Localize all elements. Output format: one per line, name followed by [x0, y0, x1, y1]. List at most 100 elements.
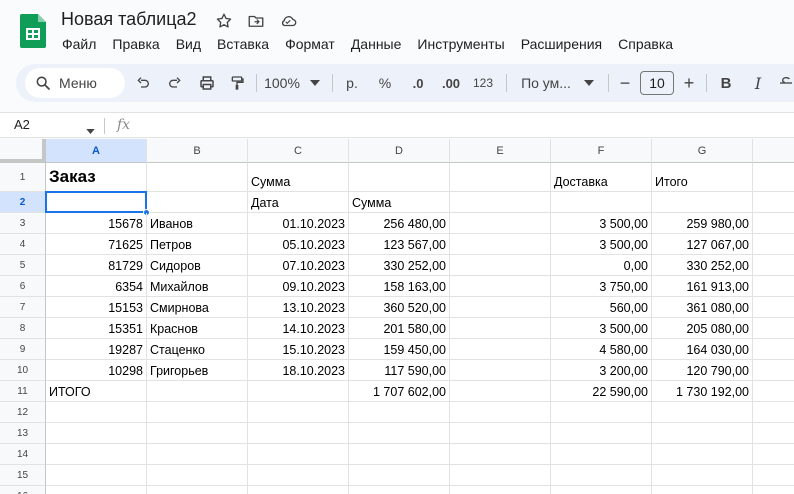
- cell-b4[interactable]: Петров: [147, 234, 248, 255]
- menu-extensions[interactable]: Расширения: [513, 34, 610, 54]
- menu-file[interactable]: Файл: [54, 34, 104, 54]
- cell-b2[interactable]: [147, 192, 248, 213]
- cell-g1[interactable]: Итого: [652, 163, 753, 192]
- cell-f16[interactable]: [551, 486, 652, 494]
- cell-a8[interactable]: 15351: [46, 318, 147, 339]
- cell-c13[interactable]: [248, 423, 349, 444]
- cell-a11[interactable]: ИТОГО: [46, 381, 147, 402]
- cell-f1[interactable]: Доставка: [551, 163, 652, 192]
- cell-d7[interactable]: 360 520,00: [349, 297, 450, 318]
- cell-a5[interactable]: 81729: [46, 255, 147, 276]
- column-header-g[interactable]: G: [652, 139, 753, 163]
- cell-f15[interactable]: [551, 465, 652, 486]
- cell-a9[interactable]: 19287: [46, 339, 147, 360]
- cell-c2[interactable]: Дата: [248, 192, 349, 213]
- cell-d8[interactable]: 201 580,00: [349, 318, 450, 339]
- cell-d13[interactable]: [349, 423, 450, 444]
- cell-g3[interactable]: 259 980,00: [652, 213, 753, 234]
- cell-b9[interactable]: Стаценко: [147, 339, 248, 360]
- cell-g10[interactable]: 120 790,00: [652, 360, 753, 381]
- select-all-corner[interactable]: [0, 139, 46, 163]
- cell-extra-9[interactable]: [753, 339, 794, 360]
- cell-extra-16[interactable]: [753, 486, 794, 494]
- name-box[interactable]: A2: [14, 117, 30, 132]
- row-header-4[interactable]: 4: [0, 234, 46, 255]
- decrease-decimal-button[interactable]: .0: [406, 72, 430, 94]
- cell-d2[interactable]: Сумма: [349, 192, 450, 213]
- more-formats-button[interactable]: 123: [471, 72, 495, 94]
- cell-e3[interactable]: [450, 213, 551, 234]
- cell-f8[interactable]: 3 500,00: [551, 318, 652, 339]
- cell-f3[interactable]: 3 500,00: [551, 213, 652, 234]
- cell-a13[interactable]: [46, 423, 147, 444]
- cell-a4[interactable]: 71625: [46, 234, 147, 255]
- cell-b16[interactable]: [147, 486, 248, 494]
- cell-d6[interactable]: 158 163,00: [349, 276, 450, 297]
- row-header-16[interactable]: 16: [0, 486, 46, 494]
- cell-g14[interactable]: [652, 444, 753, 465]
- cell-b15[interactable]: [147, 465, 248, 486]
- cell-a12[interactable]: [46, 402, 147, 423]
- row-header-3[interactable]: 3: [0, 213, 46, 234]
- cell-g5[interactable]: 330 252,00: [652, 255, 753, 276]
- cell-g2[interactable]: [652, 192, 753, 213]
- cell-a14[interactable]: [46, 444, 147, 465]
- cell-extra-10[interactable]: [753, 360, 794, 381]
- cell-e15[interactable]: [450, 465, 551, 486]
- cell-e13[interactable]: [450, 423, 551, 444]
- cell-a6[interactable]: 6354: [46, 276, 147, 297]
- cell-g15[interactable]: [652, 465, 753, 486]
- menu-format[interactable]: Формат: [277, 34, 343, 54]
- cell-f5[interactable]: 0,00: [551, 255, 652, 276]
- cell-g7[interactable]: 361 080,00: [652, 297, 753, 318]
- row-header-1[interactable]: 1: [0, 163, 46, 192]
- cell-a1[interactable]: Заказ: [46, 163, 147, 192]
- cell-d16[interactable]: [349, 486, 450, 494]
- document-title[interactable]: Новая таблица2: [61, 9, 197, 30]
- cell-e16[interactable]: [450, 486, 551, 494]
- cell-g6[interactable]: 161 913,00: [652, 276, 753, 297]
- cell-d9[interactable]: 159 450,00: [349, 339, 450, 360]
- cell-extra-14[interactable]: [753, 444, 794, 465]
- cell-f2[interactable]: [551, 192, 652, 213]
- zoom-dropdown-icon[interactable]: [308, 72, 322, 94]
- cell-extra-15[interactable]: [753, 465, 794, 486]
- column-header-f[interactable]: F: [551, 139, 652, 163]
- cell-b13[interactable]: [147, 423, 248, 444]
- row-header-6[interactable]: 6: [0, 276, 46, 297]
- sheets-logo-icon[interactable]: [20, 14, 46, 48]
- row-header-15[interactable]: 15: [0, 465, 46, 486]
- cell-a16[interactable]: [46, 486, 147, 494]
- cell-d3[interactable]: 256 480,00: [349, 213, 450, 234]
- menu-help[interactable]: Справка: [610, 34, 681, 54]
- cell-a15[interactable]: [46, 465, 147, 486]
- cell-extra-1[interactable]: [753, 163, 794, 192]
- cell-e14[interactable]: [450, 444, 551, 465]
- cell-c7[interactable]: 13.10.2023: [248, 297, 349, 318]
- cell-extra-3[interactable]: [753, 213, 794, 234]
- menu-tools[interactable]: Инструменты: [409, 34, 512, 54]
- currency-format-button[interactable]: р.: [342, 72, 362, 94]
- cell-d15[interactable]: [349, 465, 450, 486]
- cell-c12[interactable]: [248, 402, 349, 423]
- percent-format-button[interactable]: %: [376, 72, 394, 94]
- cell-c8[interactable]: 14.10.2023: [248, 318, 349, 339]
- cell-f14[interactable]: [551, 444, 652, 465]
- name-box-dropdown-icon[interactable]: [86, 121, 95, 139]
- cell-d12[interactable]: [349, 402, 450, 423]
- zoom-select[interactable]: 100%: [262, 72, 302, 94]
- row-header-8[interactable]: 8: [0, 318, 46, 339]
- column-header-e[interactable]: E: [450, 139, 551, 163]
- cell-f6[interactable]: 3 750,00: [551, 276, 652, 297]
- cell-c6[interactable]: 09.10.2023: [248, 276, 349, 297]
- cell-f4[interactable]: 3 500,00: [551, 234, 652, 255]
- cell-g11[interactable]: 1 730 192,00: [652, 381, 753, 402]
- cell-e6[interactable]: [450, 276, 551, 297]
- cell-d4[interactable]: 123 567,00: [349, 234, 450, 255]
- cell-g12[interactable]: [652, 402, 753, 423]
- font-size-input[interactable]: 10: [640, 71, 674, 95]
- cell-f12[interactable]: [551, 402, 652, 423]
- row-header-11[interactable]: 11: [0, 381, 46, 402]
- cell-c11[interactable]: [248, 381, 349, 402]
- cell-f10[interactable]: 3 200,00: [551, 360, 652, 381]
